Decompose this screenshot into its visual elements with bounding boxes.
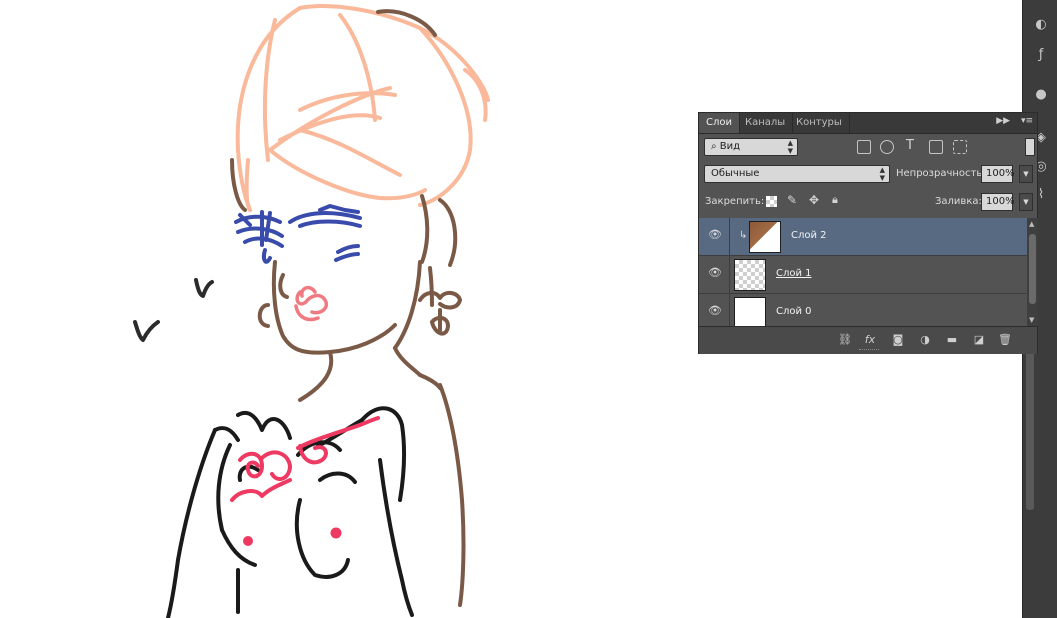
new-layer-icon[interactable]: ◪	[971, 333, 987, 347]
group-folder-icon[interactable]: ▬	[944, 333, 960, 347]
layer-thumbnail	[734, 297, 766, 329]
opacity-dropdown-arrow[interactable]: ▼	[1019, 165, 1033, 183]
mask-icon[interactable]: ◙	[890, 333, 906, 347]
layer-name[interactable]: Слой 2	[791, 230, 827, 241]
body-strokes	[166, 406, 414, 618]
visibility-eye-icon[interactable]: 👁︎	[708, 229, 722, 240]
fx-icon[interactable]: fx	[862, 333, 878, 347]
trash-icon[interactable]: 🗑︎	[997, 333, 1013, 347]
lock-all-icon[interactable]: 🔒︎	[832, 193, 838, 207]
scroll-down-icon[interactable]: ▼	[1029, 316, 1034, 324]
scroll-up-icon[interactable]: ▲	[1029, 220, 1034, 228]
layer-list: 👁︎ ↳ Слой 2 👁︎ Слой 1 👁︎ Слой 0	[699, 218, 1027, 332]
link-layers-icon[interactable]: ⛓	[837, 333, 853, 347]
panel-menu-icon[interactable]: ▾≡	[1021, 116, 1033, 126]
layer-row[interactable]: 👁︎ Слой 0	[699, 294, 1027, 332]
smart-object-filter-icon[interactable]	[953, 140, 967, 154]
fill-dropdown-arrow[interactable]: ▼	[1019, 193, 1033, 211]
opacity-label: Непрозрачность:	[896, 168, 986, 179]
tab-paths[interactable]: Контуры	[789, 113, 850, 133]
color-wheel-icon[interactable]: ●	[1031, 85, 1051, 105]
visibility-eye-icon[interactable]: 👁︎	[708, 305, 722, 316]
lock-transparent-icon[interactable]	[766, 196, 777, 207]
layers-panel: Слои Каналы Контуры ▶▶ ▾≡ ⌕ Вид ▲ ▼ T Обы…	[698, 112, 1038, 354]
lip-strokes	[294, 285, 328, 322]
blend-mode-value: Обычные	[711, 168, 760, 179]
heart-doodles	[133, 278, 214, 342]
layer-name[interactable]: Слой 0	[776, 306, 812, 317]
lock-label: Закрепить:	[705, 196, 765, 207]
layer-row[interactable]: 👁︎ ↳ Слой 2	[699, 218, 1027, 256]
fx-panel-icon[interactable]: ƒ	[1031, 45, 1051, 65]
strip-scrollbar[interactable]	[1026, 345, 1034, 510]
blend-mode-select[interactable]: Обычные ▲ ▼	[704, 165, 890, 183]
panel-resize-grip[interactable]	[859, 349, 879, 353]
layer-name[interactable]: Слой 1	[776, 268, 812, 279]
adjustment-layer-icon[interactable]: ◑	[917, 333, 933, 347]
adjustment-filter-icon[interactable]	[880, 140, 894, 154]
tab-layers[interactable]: Слои	[699, 113, 740, 133]
layer-row[interactable]: 👁︎ Слой 1	[699, 256, 1027, 294]
layer-thumbnail	[749, 221, 781, 253]
eye-strokes	[234, 204, 362, 264]
search-icon: ⌕	[711, 141, 720, 152]
visibility-eye-icon[interactable]: 👁︎	[708, 267, 722, 278]
scroll-thumb[interactable]	[1029, 234, 1036, 304]
fill-label: Заливка:	[935, 196, 982, 207]
collapse-panel-icon[interactable]: ▶▶	[996, 116, 1010, 126]
lock-move-icon[interactable]: ✥	[809, 193, 819, 207]
panel-footer: ⛓ fx ◙ ◑ ▬ ◪ 🗑︎	[699, 326, 1037, 354]
filter-kind-label: Вид	[719, 141, 741, 152]
hair-strokes	[235, 4, 490, 212]
layer-filter-select[interactable]: ⌕ Вид ▲ ▼	[704, 138, 798, 156]
clipping-mask-arrow-icon: ↳	[739, 230, 748, 241]
panel-tab-bar: Слои Каналы Контуры ▶▶ ▾≡	[699, 113, 1037, 134]
image-filter-icon[interactable]	[857, 140, 871, 154]
text-filter-icon[interactable]: T	[906, 138, 914, 153]
layer-thumbnail	[734, 259, 766, 291]
brush-preset-icon[interactable]: ◐	[1031, 15, 1051, 35]
tab-channels[interactable]: Каналы	[738, 113, 794, 133]
lock-paint-icon[interactable]: ✎	[787, 193, 797, 207]
fill-input[interactable]: 100%	[981, 193, 1015, 211]
filter-toggle-switch[interactable]	[1025, 138, 1035, 156]
collar-swirls	[230, 416, 380, 502]
pink-dots	[243, 527, 342, 546]
shape-filter-icon[interactable]	[929, 140, 943, 154]
opacity-input[interactable]: 100%	[981, 165, 1015, 183]
layer-list-scrollbar[interactable]: ▲ ▼	[1027, 218, 1038, 326]
